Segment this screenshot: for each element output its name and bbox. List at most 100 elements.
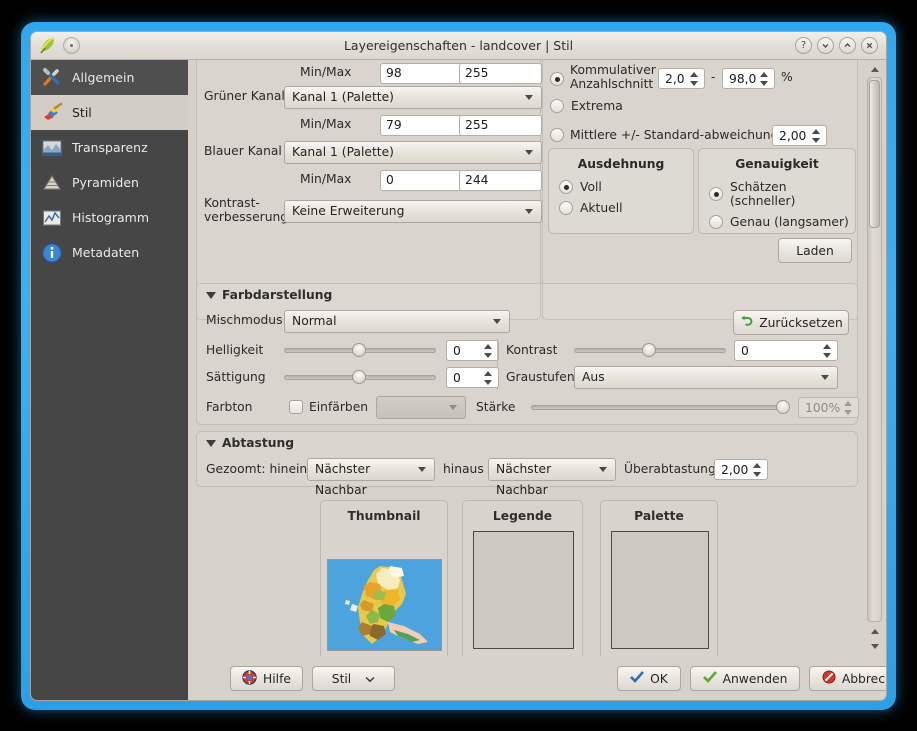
sidebar-item-pyramiden[interactable]: Pyramiden [31, 165, 188, 200]
extent-option-aktuell[interactable]: Aktuell [559, 201, 693, 215]
scroll-up-button-bottom[interactable] [867, 624, 882, 639]
help-button-bottom[interactable]: Hilfe [230, 666, 303, 691]
brightness-slider[interactable] [284, 342, 436, 358]
collapse-triangle-icon[interactable] [206, 440, 216, 447]
layer-properties-dialog: Layereigenschaften - landcover | Stil ? [30, 31, 887, 701]
extent-option-voll[interactable]: Voll [559, 180, 693, 194]
apply-button[interactable]: Anwenden [690, 666, 800, 691]
contrast-slider[interactable] [574, 342, 726, 358]
extrema-radio[interactable] [550, 99, 564, 113]
colorize-color-swatch[interactable] [376, 396, 466, 419]
saturation-value: 0 [453, 371, 461, 385]
stddev-radio[interactable] [550, 128, 564, 142]
spinner-arrows-icon[interactable] [844, 401, 853, 415]
slider-handle[interactable] [352, 370, 366, 384]
reset-button[interactable]: Zurücksetzen [733, 310, 849, 335]
blend-mode-combo[interactable]: Normal [284, 310, 510, 333]
spinner-arrows-icon[interactable] [812, 129, 821, 143]
scrollbar-groove[interactable] [867, 77, 882, 622]
spinner-arrows-icon[interactable] [484, 344, 493, 358]
strength-slider[interactable] [531, 399, 789, 415]
cancel-button[interactable]: Abbrechen [809, 666, 887, 691]
collapse-triangle-icon[interactable] [206, 292, 216, 299]
green-min-input[interactable]: 79 [380, 115, 463, 136]
color-rendering-header[interactable]: Farbdarstellung [206, 288, 332, 302]
zoomed-out-label: hinaus [443, 462, 484, 476]
scroll-up-button[interactable] [867, 62, 882, 77]
help-button[interactable]: ? [795, 37, 812, 54]
info-icon [41, 242, 63, 264]
stddev-spin[interactable]: 2,00 [772, 125, 827, 146]
dialog-button-bar: Hilfe Stil OK [188, 656, 886, 700]
zoom-in-method-combo[interactable]: Nächster Nachbar [307, 458, 435, 481]
brightness-spin[interactable]: 0 [446, 340, 499, 361]
blend-mode-row: Mischmodus Normal [206, 310, 526, 334]
extrema-row[interactable]: Extrema [550, 99, 623, 113]
scrollbar-thumb[interactable] [869, 80, 880, 228]
red-min-input[interactable]: 98 [380, 63, 463, 84]
red-minmax-label: Min/Max [300, 65, 351, 79]
contrast-enhancement-combo[interactable]: Keine Erweiterung [284, 200, 542, 223]
slider-handle[interactable] [776, 400, 790, 414]
saturation-slider[interactable] [284, 369, 436, 385]
undo-arrow-icon [739, 315, 753, 330]
close-button[interactable] [861, 37, 878, 54]
slider-handle[interactable] [642, 343, 656, 357]
strength-spin[interactable]: 100% [798, 397, 859, 418]
sidebar-item-stil[interactable]: Stil [31, 95, 188, 130]
contrast-spin[interactable]: 0 [734, 340, 838, 361]
saturation-spin[interactable]: 0 [446, 367, 499, 388]
brightness-label: Helligkeit [206, 343, 263, 357]
zoom-out-method-combo[interactable]: Nächster Nachbar [488, 458, 616, 481]
extent-aktuell-label: Aktuell [580, 201, 623, 215]
green-minmax-row: Min/Max 79 255 [204, 115, 534, 137]
sidebar-item-allgemein[interactable]: Allgemein [31, 60, 188, 95]
spinner-arrows-icon[interactable] [484, 371, 493, 385]
scroll-down-button[interactable] [867, 639, 882, 654]
red-max-input[interactable]: 255 [459, 63, 542, 84]
maximize-button[interactable] [839, 37, 856, 54]
blue-max-input[interactable]: 244 [459, 170, 542, 191]
title-bar[interactable]: Layereigenschaften - landcover | Stil ? [31, 32, 886, 60]
cumulative-from-spin[interactable]: 2,0 [658, 68, 705, 89]
resampling-header[interactable]: Abtastung [206, 436, 294, 450]
vertical-scrollbar[interactable] [867, 62, 882, 654]
ok-button[interactable]: OK [617, 666, 681, 691]
spinner-arrows-icon[interactable] [760, 72, 769, 86]
blue-band-label: Blauer Kanal [204, 144, 282, 158]
thumbnail-box: Thumbnail [320, 500, 448, 656]
green-band-combo[interactable]: Kanal 1 (Palette) [284, 86, 542, 109]
green-max-input[interactable]: 255 [459, 115, 542, 136]
slider-handle[interactable] [352, 343, 366, 357]
spinner-arrows-icon[interactable] [753, 463, 762, 477]
accuracy-exact-radio[interactable] [709, 215, 723, 229]
chevron-down-icon [525, 95, 534, 101]
sidebar-item-metadaten[interactable]: Metadaten [31, 235, 188, 270]
minimize-button[interactable] [817, 37, 834, 54]
cumulative-to-value: 98,0 [729, 72, 756, 86]
accuracy-option-estimate[interactable]: Schätzen (schneller) [709, 180, 855, 208]
accuracy-option-exact[interactable]: Genau (langsamer) [709, 215, 855, 229]
colorize-checkbox[interactable] [289, 400, 303, 414]
accuracy-estimate-radio[interactable] [709, 187, 723, 201]
oversampling-spin[interactable]: 2,00 [714, 459, 768, 480]
style-menu-button[interactable]: Stil [312, 666, 395, 691]
saturation-label: Sättigung [206, 370, 266, 384]
contrast-row: Kontrast 0 [506, 340, 851, 362]
load-button[interactable]: Laden [778, 238, 852, 263]
spinner-arrows-icon[interactable] [690, 72, 699, 86]
spinner-arrows-icon[interactable] [823, 344, 832, 358]
sidebar-item-transparenz[interactable]: Transparenz [31, 130, 188, 165]
cumulative-cut-radio[interactable] [550, 72, 564, 86]
cumulative-to-spin[interactable]: 98,0 [722, 68, 775, 89]
sidebar-item-histogramm[interactable]: Histogramm [31, 200, 188, 235]
blue-min-input[interactable]: 0 [380, 170, 463, 191]
style-button-label: Stil [332, 672, 351, 686]
extent-aktuell-radio[interactable] [559, 201, 573, 215]
extent-voll-radio[interactable] [559, 180, 573, 194]
legend-content [473, 531, 574, 649]
accuracy-exact-label: Genau (langsamer) [730, 215, 849, 229]
blue-band-combo[interactable]: Kanal 1 (Palette) [284, 141, 542, 164]
grayscale-combo[interactable]: Aus [574, 366, 838, 389]
desktop-background: Layereigenschaften - landcover | Stil ? [0, 0, 917, 731]
